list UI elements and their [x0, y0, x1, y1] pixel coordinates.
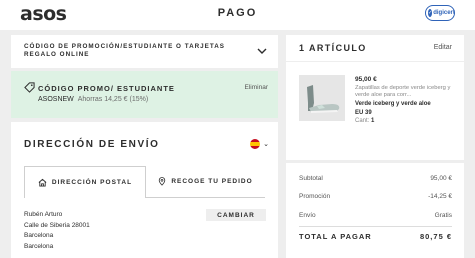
subtotal-label: Subtotal — [299, 175, 323, 182]
applied-promo-label: CÓDIGO PROMO/ ESTUDIANTE — [38, 84, 175, 93]
cart-title: 1 ARTÍCULO — [299, 43, 367, 53]
product-variant: Verde iceberg y verde aloe — [355, 101, 431, 107]
applied-promo-code-line: ASOSNEW Ahorras 14,25 € (15%) — [38, 96, 148, 103]
promotion-value: -14,25 € — [428, 193, 452, 200]
sneaker-icon — [299, 75, 345, 121]
promo-savings: Ahorras 14,25 € (15%) — [77, 96, 149, 103]
change-address-button[interactable]: CAMBIAR — [206, 209, 266, 221]
digicert-badge: ✓ digicert — [425, 5, 455, 21]
tab-postal-label: DIRECCIÓN POSTAL — [51, 179, 133, 186]
total-value: 80,75 € — [419, 232, 452, 241]
promo-code-accordion[interactable]: CÓDIGO DE PROMOCIÓN/ESTUDIANTE O TARJETA… — [11, 35, 278, 68]
page-title: PAGO — [217, 7, 258, 19]
product-quantity: Cant: 1 — [355, 118, 455, 124]
total-label: TOTAL A PAGAR — [299, 232, 372, 241]
divider — [286, 61, 464, 62]
top-header: asos PAGO ✓ digicert — [0, 0, 475, 30]
product-description[interactable]: Zapatillas de deporte verde iceberg y ve… — [355, 85, 455, 99]
address-region: Barcelona — [24, 242, 54, 250]
total-row: TOTAL A PAGAR 80,75 € — [299, 232, 452, 241]
quantity-label: Cant: — [355, 118, 370, 124]
divider — [299, 226, 452, 227]
promotion-row: Promoción -14,25 € — [299, 193, 452, 200]
address-name: Rubén Arturo — [24, 211, 63, 218]
location-pin-icon — [159, 177, 166, 186]
product-price: 95,00 € — [355, 76, 377, 83]
shipping-row: Envío Gratis — [299, 212, 452, 219]
product-info: 95,00 € Zapatillas de deporte verde iceb… — [355, 76, 455, 124]
promo-code: ASOSNEW — [38, 96, 74, 103]
applied-promo-banner: CÓDIGO PROMO/ ESTUDIANTE ASOSNEW Ahorras… — [11, 71, 278, 118]
tag-icon — [24, 82, 35, 93]
address-street: Calle de Siberia 28001 — [24, 221, 90, 229]
digicert-label: digicert — [433, 10, 455, 16]
tab-postal-address[interactable]: DIRECCIÓN POSTAL — [24, 166, 146, 198]
chevron-down-icon[interactable]: ⌄ — [263, 140, 269, 148]
delivery-section-title: DIRECCIÓN DE ENVÍO — [24, 139, 160, 150]
quantity-value: 1 — [371, 118, 375, 124]
promotion-label: Promoción — [299, 193, 331, 200]
product-image — [299, 75, 345, 121]
delivery-address-section: DIRECCIÓN DE ENVÍO ⌄ DIRECCIÓN POSTAL RE… — [11, 122, 278, 258]
delivery-method-tabs: DIRECCIÓN POSTAL RECOGE TU PEDIDO — [24, 166, 265, 198]
product-size: EU 39 — [355, 110, 372, 116]
tab-collection-point[interactable]: RECOGE TU PEDIDO — [146, 166, 265, 198]
subtotal-value: 95,00 € — [430, 175, 452, 182]
shipping-label: Envío — [299, 212, 316, 219]
tab-collection-label: RECOGE TU PEDIDO — [171, 178, 253, 185]
home-icon — [38, 178, 47, 187]
shipping-value: Gratis — [434, 212, 452, 219]
edit-cart-link[interactable]: Editar — [434, 44, 452, 51]
cart-summary: 1 ARTÍCULO Editar 95,00 € Zapatillas de … — [286, 35, 464, 160]
promo-accordion-title: CÓDIGO DE PROMOCIÓN/ESTUDIANTE O TARJETA… — [24, 43, 225, 58]
order-totals: Subtotal 95,00 € Promoción -14,25 € Enví… — [286, 163, 464, 258]
subtotal-row: Subtotal 95,00 € — [299, 175, 452, 182]
address-block: Rubén Arturo Calle de Siberia 28001 Barc… — [24, 210, 90, 252]
chevron-down-icon — [257, 48, 267, 54]
address-city: Barcelona — [24, 232, 54, 239]
remove-promo-link[interactable]: Eliminar — [245, 84, 268, 91]
lock-icon: ✓ — [428, 9, 433, 17]
spain-flag-icon[interactable] — [250, 139, 260, 149]
